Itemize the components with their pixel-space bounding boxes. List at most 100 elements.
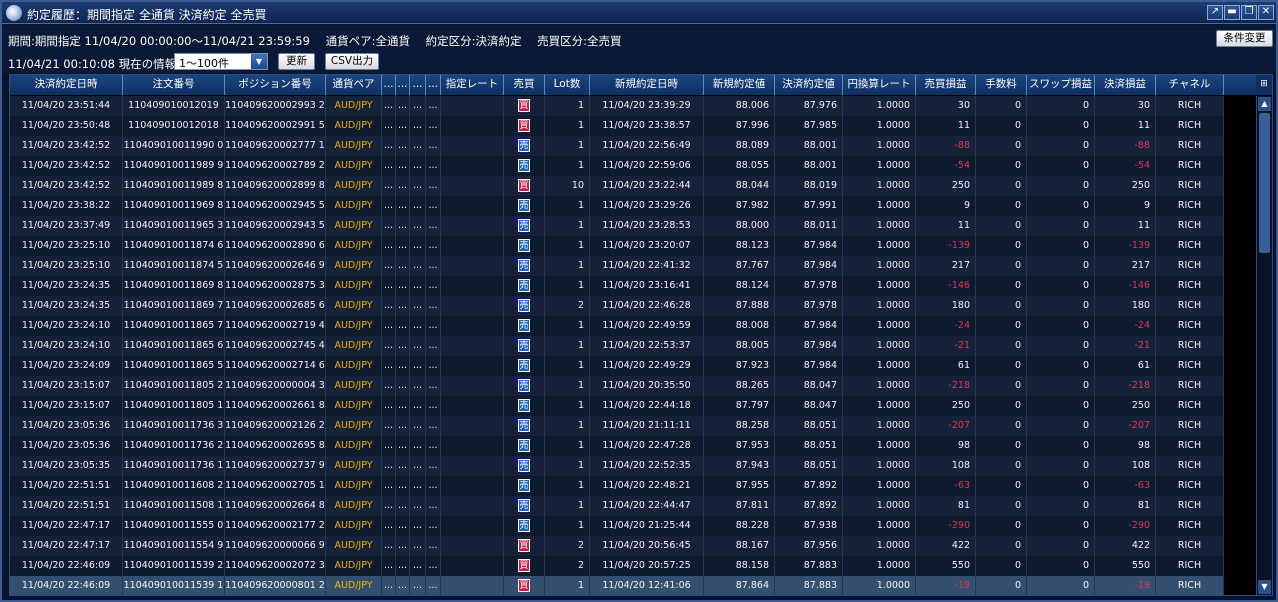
filter-summary: 期間:期間指定 11/04/20 00:00:00〜11/04/21 23:59…	[8, 33, 634, 49]
open-price-cell: 87.797	[704, 396, 775, 416]
minimize-button[interactable]: ▬	[1224, 5, 1240, 20]
close-price-cell: 88.051	[775, 436, 843, 456]
close-price-cell: 87.883	[775, 556, 843, 576]
collapsed-cell: ...	[396, 536, 410, 556]
column-settings-icon[interactable]: ⊞	[1256, 75, 1272, 95]
open-time-cell: 11/04/20 23:20:07	[590, 236, 704, 256]
table-row[interactable]: 11/04/20 23:24:10 110409010011865 7 110409…	[10, 316, 1224, 336]
column-header[interactable]: 決済約定値	[775, 75, 843, 95]
chevron-down-icon[interactable]: ▼	[251, 54, 267, 69]
column-header[interactable]: 指定レート	[441, 75, 504, 95]
column-header[interactable]: 通貨ペア	[326, 75, 382, 95]
table-row[interactable]: 11/04/20 23:24:09 110409010011865 5 110409…	[10, 356, 1224, 376]
column-header[interactable]: ...	[426, 75, 441, 95]
restore-button[interactable]: ❐	[1241, 5, 1257, 20]
collapsed-cell: ...	[410, 396, 426, 416]
update-button[interactable]: 更新	[278, 53, 315, 70]
position-cell: 110409620002705 1	[225, 476, 326, 496]
column-header[interactable]: ...	[382, 75, 396, 95]
specified-rate-cell	[441, 276, 504, 296]
csv-export-button[interactable]: CSV出力	[325, 53, 379, 70]
record-range-select[interactable]: 1〜100件 ▼	[174, 53, 268, 70]
specified-rate-cell	[441, 156, 504, 176]
open-time-cell: 11/04/20 23:39:29	[590, 96, 704, 116]
table-row[interactable]: 11/04/20 23:05:36 110409010011736 2 110409…	[10, 436, 1224, 456]
close-price-cell: 88.047	[775, 376, 843, 396]
table-row[interactable]: 11/04/20 22:51:51 110409010011608 2 110409…	[10, 476, 1224, 496]
fee-cell: 0	[976, 556, 1027, 576]
table-row[interactable]: 11/04/20 23:24:35 110409010011869 8 110409…	[10, 276, 1224, 296]
collapsed-cell: ...	[382, 256, 396, 276]
collapsed-cell: ...	[410, 256, 426, 276]
pl-cell: 108	[916, 456, 976, 476]
close-button[interactable]: ✕	[1258, 5, 1274, 20]
column-header[interactable]: チャネル	[1156, 75, 1224, 95]
order-cell: 110409010011989 9	[123, 156, 225, 176]
table-row[interactable]: 11/04/20 23:51:44 110409010012019 11040962…	[10, 96, 1224, 116]
column-header[interactable]: 決済約定日時	[10, 75, 123, 95]
vertical-scrollbar[interactable]: ▲ ▼	[1256, 96, 1272, 595]
sell-badge: 売	[518, 399, 530, 412]
time-cell: 11/04/20 23:24:35	[10, 276, 123, 296]
order-cell: 110409010011865 6	[123, 336, 225, 356]
record-range-value: 1〜100件	[179, 57, 229, 70]
scroll-up-icon[interactable]: ▲	[1258, 97, 1271, 111]
table-row[interactable]: 11/04/20 22:46:09 110409010011539 1 110409…	[10, 576, 1224, 595]
table-row[interactable]: 11/04/20 23:38:22 110409010011969 8 110409…	[10, 196, 1224, 216]
net-cell: -218	[1095, 376, 1156, 396]
specified-rate-cell	[441, 496, 504, 516]
column-header[interactable]: スワップ損益	[1027, 75, 1095, 95]
column-header[interactable]: 新規約定日時	[590, 75, 704, 95]
column-header[interactable]: 手数料	[976, 75, 1027, 95]
table-row[interactable]: 11/04/20 22:47:17 110409010011554 9 110409…	[10, 536, 1224, 556]
side-cell: 買	[504, 96, 545, 116]
open-price-cell: 88.123	[704, 236, 775, 256]
collapsed-cell: ...	[410, 516, 426, 536]
table-row[interactable]: 11/04/20 23:42:52 110409010011990 0 110409…	[10, 136, 1224, 156]
side-cell: 売	[504, 416, 545, 436]
column-header[interactable]: 売買損益	[916, 75, 976, 95]
column-header[interactable]: 売買	[504, 75, 545, 95]
table-row[interactable]: 11/04/20 23:24:10 110409010011865 6 110409…	[10, 336, 1224, 356]
open-time-cell: 11/04/20 22:41:32	[590, 256, 704, 276]
table-row[interactable]: 11/04/20 22:51:51 110409010011508 1 110409…	[10, 496, 1224, 516]
table-row[interactable]: 11/04/20 23:25:10 110409010011874 6 110409…	[10, 236, 1224, 256]
table-row[interactable]: 11/04/20 23:25:10 110409010011874 5 110409…	[10, 256, 1224, 276]
column-header[interactable]: ...	[410, 75, 426, 95]
collapsed-cell: ...	[410, 296, 426, 316]
popout-button[interactable]: ↗	[1207, 5, 1223, 20]
column-header[interactable]: ポジション番号	[225, 75, 326, 95]
table-row[interactable]: 11/04/20 22:47:17 110409010011555 0 110409…	[10, 516, 1224, 536]
table-row[interactable]: 11/04/20 23:05:35 110409010011736 1 110409…	[10, 456, 1224, 476]
column-header[interactable]: Lot数	[545, 75, 590, 95]
table-row[interactable]: 11/04/20 23:37:49 110409010011965 3 110409…	[10, 216, 1224, 236]
table-row[interactable]: 11/04/20 23:50:48 110409010012018 11040962…	[10, 116, 1224, 136]
pl-cell: 61	[916, 356, 976, 376]
column-header[interactable]: 円換算レート	[843, 75, 916, 95]
table-row[interactable]: 11/04/20 23:15:07 110409010011805 1 110409…	[10, 396, 1224, 416]
pl-cell: -54	[916, 156, 976, 176]
column-header[interactable]: 新規約定値	[704, 75, 775, 95]
table-row[interactable]: 11/04/20 23:24:35 110409010011869 7 110409…	[10, 296, 1224, 316]
buy-badge: 買	[518, 579, 530, 592]
column-header[interactable]: 決済損益	[1095, 75, 1156, 95]
swap-cell: 0	[1027, 516, 1095, 536]
time-cell: 11/04/20 22:47:17	[10, 536, 123, 556]
table-row[interactable]: 11/04/20 23:42:52 110409010011989 8 110409…	[10, 176, 1224, 196]
buy-sell-label: 売買区分:全売買	[537, 34, 622, 48]
table-row[interactable]: 11/04/20 23:05:36 110409010011736 3 110409…	[10, 416, 1224, 436]
open-price-cell: 87.943	[704, 456, 775, 476]
scroll-down-icon[interactable]: ▼	[1258, 580, 1271, 594]
column-header[interactable]: ...	[396, 75, 410, 95]
side-cell: 売	[504, 436, 545, 456]
change-conditions-button[interactable]: 条件変更	[1216, 30, 1273, 47]
scroll-thumb[interactable]	[1259, 113, 1270, 253]
column-header[interactable]: 注文番号	[123, 75, 225, 95]
table-row[interactable]: 11/04/20 22:46:09 110409010011539 2 110409…	[10, 556, 1224, 576]
table-row[interactable]: 11/04/20 23:42:52 110409010011989 9 110409…	[10, 156, 1224, 176]
pair-cell: AUD/JPY	[326, 176, 382, 196]
table-row[interactable]: 11/04/20 23:15:07 110409010011805 2 110409…	[10, 376, 1224, 396]
position-cell: 110409620002695 8	[225, 436, 326, 456]
pair-cell: AUD/JPY	[326, 216, 382, 236]
lots-cell: 1	[545, 136, 590, 156]
